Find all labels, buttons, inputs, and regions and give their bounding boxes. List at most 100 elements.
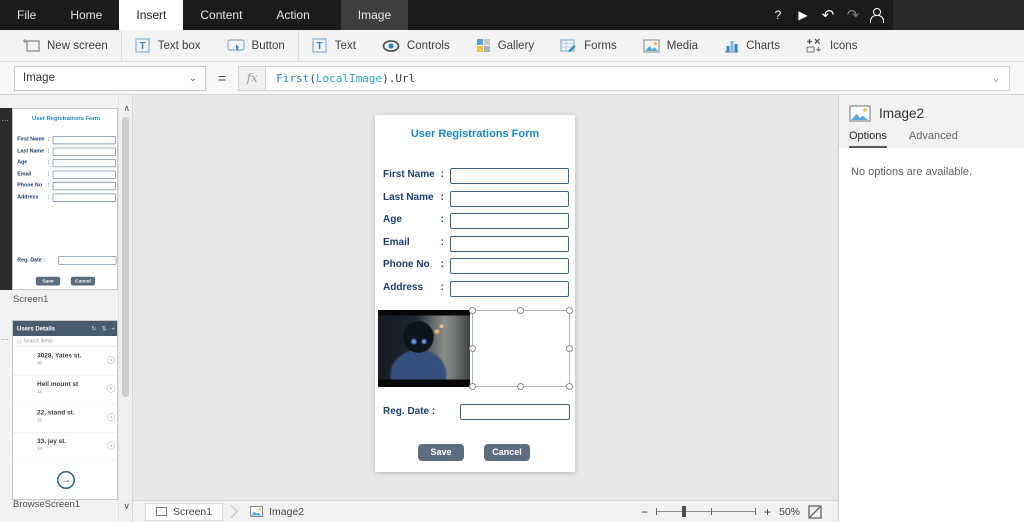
design-canvas[interactable]: User Registrations Form First Name: Last… [133, 95, 838, 500]
media-button[interactable]: Media [630, 30, 711, 61]
first-name-label[interactable]: First Name: [383, 169, 444, 180]
resize-handle[interactable] [469, 344, 476, 352]
first-name-input[interactable] [450, 168, 569, 184]
resize-handle[interactable] [469, 383, 476, 390]
tab-insert[interactable]: Insert [119, 0, 184, 30]
browsescreen1-label[interactable]: BrowseScreen1 [13, 499, 80, 510]
field-label: Age [17, 159, 28, 166]
resize-handle[interactable] [517, 307, 524, 314]
fx-icon: fx [238, 65, 266, 91]
reg-date-input[interactable] [460, 404, 570, 420]
controls-button[interactable]: Controls [369, 30, 463, 61]
help-icon[interactable]: ? [770, 8, 786, 22]
scrollbar-thumb[interactable] [122, 117, 129, 397]
reg-date-label[interactable]: Reg. Date : [383, 406, 435, 417]
text-button[interactable]: T Text [299, 30, 369, 61]
item-subtitle: 32 [37, 417, 43, 423]
field-label-text: Age [383, 214, 402, 225]
resize-handle[interactable] [517, 383, 524, 390]
browsescreen1-thumbnail[interactable]: Users Details ↻ ⇅ + Search items 3028, Y… [12, 320, 118, 500]
screen1-label[interactable]: Screen1 [13, 294, 48, 305]
gallery-button[interactable]: Gallery [463, 30, 547, 61]
titlebar-right-spacer [893, 0, 1024, 30]
tab-file[interactable]: File [0, 0, 53, 30]
breadcrumb-label: Image2 [269, 505, 305, 518]
browse-list-item: 22, stand st. 32 › [13, 404, 117, 433]
search-icon [17, 339, 21, 344]
field-label-text: Address [383, 282, 424, 293]
text-box-icon: T [135, 38, 150, 53]
breadcrumb-screen1[interactable]: Screen1 [145, 502, 224, 521]
button-control-button[interactable]: Button [214, 30, 298, 61]
field-colon: : [440, 169, 444, 180]
formula-expand-icon[interactable]: ⌄ [993, 73, 999, 84]
share-user-icon[interactable] [870, 8, 884, 23]
refresh-icon: ↻ [91, 325, 97, 332]
image2-selected-control[interactable] [469, 307, 573, 390]
sort-icon: ⇅ [101, 325, 107, 332]
last-name-label[interactable]: Last Name: [383, 192, 444, 203]
screen1-thumbnail[interactable]: User Registrations Form First Name: Last… [12, 108, 118, 290]
breadcrumb-label: Screen1 [173, 505, 213, 518]
zoom-slider-thumb[interactable] [681, 506, 686, 517]
tab-image-contextual[interactable]: Image [340, 0, 409, 30]
item-subtitle: 34 [37, 446, 43, 451]
tab-advanced[interactable]: Advanced [909, 130, 958, 148]
resize-handle[interactable] [469, 307, 476, 314]
zoom-out-button[interactable]: − [641, 505, 648, 519]
ribbon-group-basic: T Text box Button [120, 30, 298, 61]
email-label[interactable]: Email: [383, 237, 444, 248]
cancel-button[interactable]: Cancel [484, 444, 530, 461]
resize-handle[interactable] [566, 383, 573, 390]
text-box-button[interactable]: T Text box [122, 30, 214, 61]
age-input[interactable] [450, 213, 569, 229]
preview-play-icon[interactable]: ▶ [795, 8, 811, 22]
age-label[interactable]: Age: [383, 214, 444, 225]
forms-button[interactable]: Forms [547, 30, 630, 61]
more-options-icon[interactable]: ⋯ [1, 335, 9, 344]
phone-no-input[interactable] [450, 258, 569, 274]
zoom-in-button[interactable]: + [764, 505, 771, 519]
charts-button[interactable]: Charts [711, 30, 793, 61]
formula-input[interactable]: First(LocalImage) .Url ⌄ [265, 65, 1010, 91]
browse-title: Users Details [17, 325, 56, 332]
tab-options[interactable]: Options [849, 130, 887, 148]
last-name-input[interactable] [450, 191, 569, 207]
controls-icon [382, 39, 400, 52]
phone-no-label[interactable]: Phone No: [383, 259, 444, 270]
tab-content[interactable]: Content [183, 0, 259, 30]
next-arrow-icon: → [57, 471, 75, 489]
save-button[interactable]: Save [418, 444, 464, 461]
address-input[interactable] [450, 281, 569, 297]
webcam-photo-image1[interactable] [378, 310, 470, 387]
undo-icon[interactable]: ↶ [820, 6, 836, 24]
form-title[interactable]: User Registrations Form [375, 128, 575, 140]
scroll-down-icon[interactable]: ∨ [123, 501, 130, 512]
ribbon-label: Gallery [497, 39, 535, 52]
zoom-level-value: 50% [778, 505, 800, 518]
tab-action[interactable]: Action [259, 0, 326, 30]
tab-home[interactable]: Home [53, 0, 119, 30]
screen1-canvas[interactable]: User Registrations Form First Name: Last… [375, 115, 575, 472]
zoom-slider[interactable] [655, 506, 756, 517]
scroll-up-icon[interactable]: ∧ [123, 103, 130, 114]
icons-button[interactable]: Icons [793, 30, 871, 61]
breadcrumb-separator-icon [225, 505, 238, 518]
resize-handle[interactable] [566, 307, 573, 314]
field-colon: : [440, 259, 444, 270]
formula-argument: LocalImage [315, 71, 383, 85]
button-icon [226, 39, 245, 51]
new-screen-button[interactable]: New screen [10, 30, 121, 61]
field-label: Address [17, 194, 39, 200]
screens-scrollbar[interactable]: ∧ ∨ [118, 95, 132, 522]
fit-to-window-icon[interactable] [808, 504, 822, 519]
breadcrumb-image2[interactable]: Image2 [244, 506, 310, 518]
property-dropdown[interactable]: Image ⌄ [14, 65, 206, 91]
more-options-icon[interactable]: ⋯ [1, 116, 9, 125]
address-label[interactable]: Address: [383, 282, 444, 293]
email-input[interactable] [450, 236, 569, 252]
resize-handle[interactable] [566, 344, 573, 352]
redo-icon[interactable]: ↷ [845, 6, 861, 24]
item-subtitle: 30 [37, 360, 43, 366]
browse-header: Users Details ↻ ⇅ + [13, 321, 117, 336]
